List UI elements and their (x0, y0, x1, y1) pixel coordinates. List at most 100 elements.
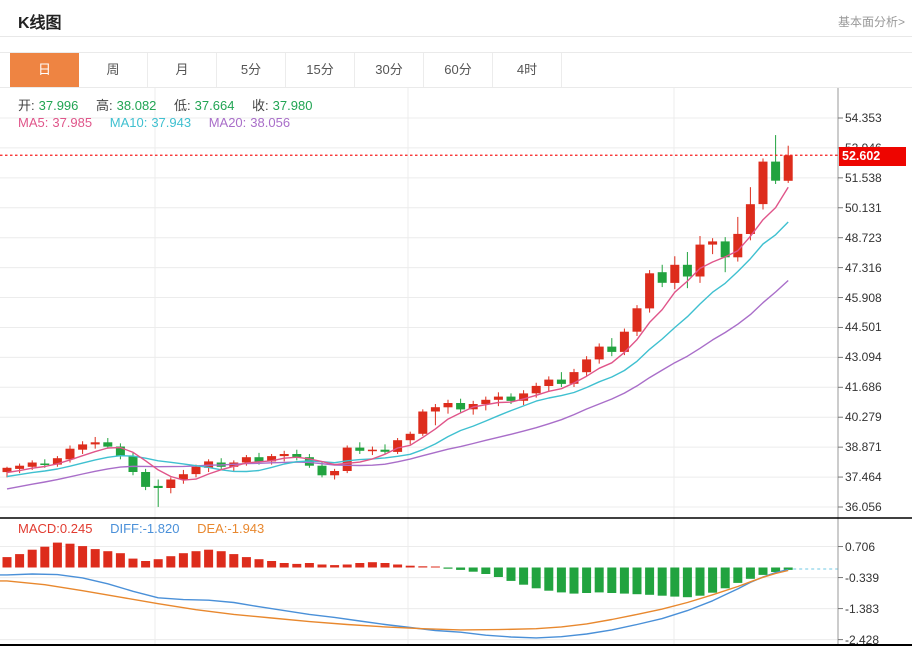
macd-hist-bar (381, 563, 390, 568)
macd-hist-bar (481, 568, 490, 575)
macd-hist-bar (633, 568, 642, 595)
macd-hist-bar (683, 568, 692, 598)
tab-period-6[interactable]: 60分 (424, 53, 493, 87)
y-axis-label: -0.339 (845, 571, 909, 585)
y-axis-label: 37.464 (845, 470, 909, 484)
current-price-value: 52.602 (842, 149, 880, 163)
macd-label: MACD: (18, 521, 60, 536)
macd-hist-bar (557, 568, 566, 593)
macd-hist-bar (343, 565, 352, 568)
candle-body (746, 204, 755, 234)
candle-body (544, 380, 553, 386)
macd-hist-bar (368, 562, 377, 567)
tab-period-5[interactable]: 30分 (355, 53, 424, 87)
fundamental-analysis-link[interactable]: 基本面分析> (838, 13, 905, 30)
candle-body (330, 471, 339, 475)
tab-period-3[interactable]: 5分 (217, 53, 286, 87)
macd-hist-bar (532, 568, 541, 589)
candle-body (532, 386, 541, 393)
y-axis-label: 38.871 (845, 440, 909, 454)
candle-body (670, 265, 679, 283)
dea-label: DEA: (197, 521, 227, 536)
candle-body (784, 155, 793, 181)
candle-body (15, 466, 24, 469)
macd-hist-bar (91, 549, 100, 567)
candle-body (645, 273, 654, 308)
y-axis-label: 54.353 (845, 111, 909, 125)
macd-hist-bar (305, 563, 314, 568)
candle-body (759, 162, 768, 205)
macd-hist-bar (784, 568, 793, 570)
candle-body (343, 448, 352, 471)
kline-page: { "header": { "title": "K线图", "link": "基… (0, 0, 912, 653)
y-axis-label: 45.908 (845, 291, 909, 305)
macd-hist-bar (267, 561, 276, 568)
candle-body (494, 397, 503, 400)
candle-body (40, 464, 49, 466)
y-axis-label: 48.723 (845, 231, 909, 245)
macd-hist-bar (595, 568, 604, 593)
macd-hist-bar (154, 559, 163, 567)
macd-hist-bar (53, 543, 62, 568)
y-axis-label: 43.094 (845, 350, 909, 364)
macd-hist-bar (280, 563, 289, 568)
macd-hist-bar (519, 568, 528, 585)
macd-hist-bar (355, 563, 364, 568)
macd-hist-bar (116, 553, 125, 567)
macd-hist-bar (607, 568, 616, 594)
ma5-label: MA5: (18, 115, 48, 130)
tab-period-2[interactable]: 月 (148, 53, 217, 87)
page-title: K线图 (18, 9, 62, 33)
candle-body (242, 457, 251, 462)
candle-body (406, 434, 415, 440)
macd-hist-bar (217, 551, 226, 567)
macd-hist-bar (242, 557, 251, 567)
candle-body (708, 241, 717, 244)
diff-value: -1.820 (143, 521, 180, 536)
candle-body (355, 448, 364, 451)
macd-hist-bar (746, 568, 755, 579)
tab-period-4[interactable]: 15分 (286, 53, 355, 87)
macd-hist-bar (494, 568, 503, 578)
tab-period-7[interactable]: 4时 (493, 53, 562, 87)
candle-body (507, 397, 516, 401)
candle-body (78, 444, 87, 449)
macd-legend: MACD:0.245 DIFF:-1.820 DEA:-1.943 (18, 521, 268, 536)
candle-body (418, 412, 427, 434)
macd-hist-bar (406, 566, 415, 568)
tab-period-0[interactable]: 日 (10, 53, 79, 87)
tab-period-1[interactable]: 周 (79, 53, 148, 87)
candle-body (381, 450, 390, 452)
macd-hist-bar (544, 568, 553, 591)
candle-body (444, 403, 453, 407)
candle-body (318, 466, 327, 476)
candle-body (557, 380, 566, 384)
dea-line (0, 571, 788, 630)
macd-hist-bar (393, 565, 402, 568)
macd-hist-bar (759, 568, 768, 575)
diff-label: DIFF: (110, 521, 143, 536)
y-axis-label: 51.538 (845, 171, 909, 185)
ma20-line (7, 281, 788, 489)
dea-value: -1.943 (227, 521, 264, 536)
candle-body (658, 272, 667, 283)
header-divider (0, 36, 912, 37)
ma20-label: MA20: (209, 115, 247, 130)
candle-body (28, 463, 37, 467)
macd-hist-bar (507, 568, 516, 581)
candle-body (91, 442, 100, 444)
macd-hist-bar (658, 568, 667, 596)
macd-value: 0.245 (60, 521, 93, 536)
ma20-value: 38.056 (250, 115, 290, 130)
macd-hist-bar (733, 568, 742, 583)
macd-hist-bar (255, 559, 264, 567)
ma-legend: MA5:37.985 MA10:37.943 MA20:38.056 (18, 115, 294, 130)
macd-hist-bar (78, 546, 87, 567)
candle-body (683, 265, 692, 277)
candle-body (607, 347, 616, 352)
y-axis-label: -1.383 (845, 602, 909, 616)
candle-body (771, 162, 780, 181)
candle-body (66, 449, 75, 460)
ma10-label: MA10: (110, 115, 148, 130)
macd-hist-bar (166, 556, 175, 567)
